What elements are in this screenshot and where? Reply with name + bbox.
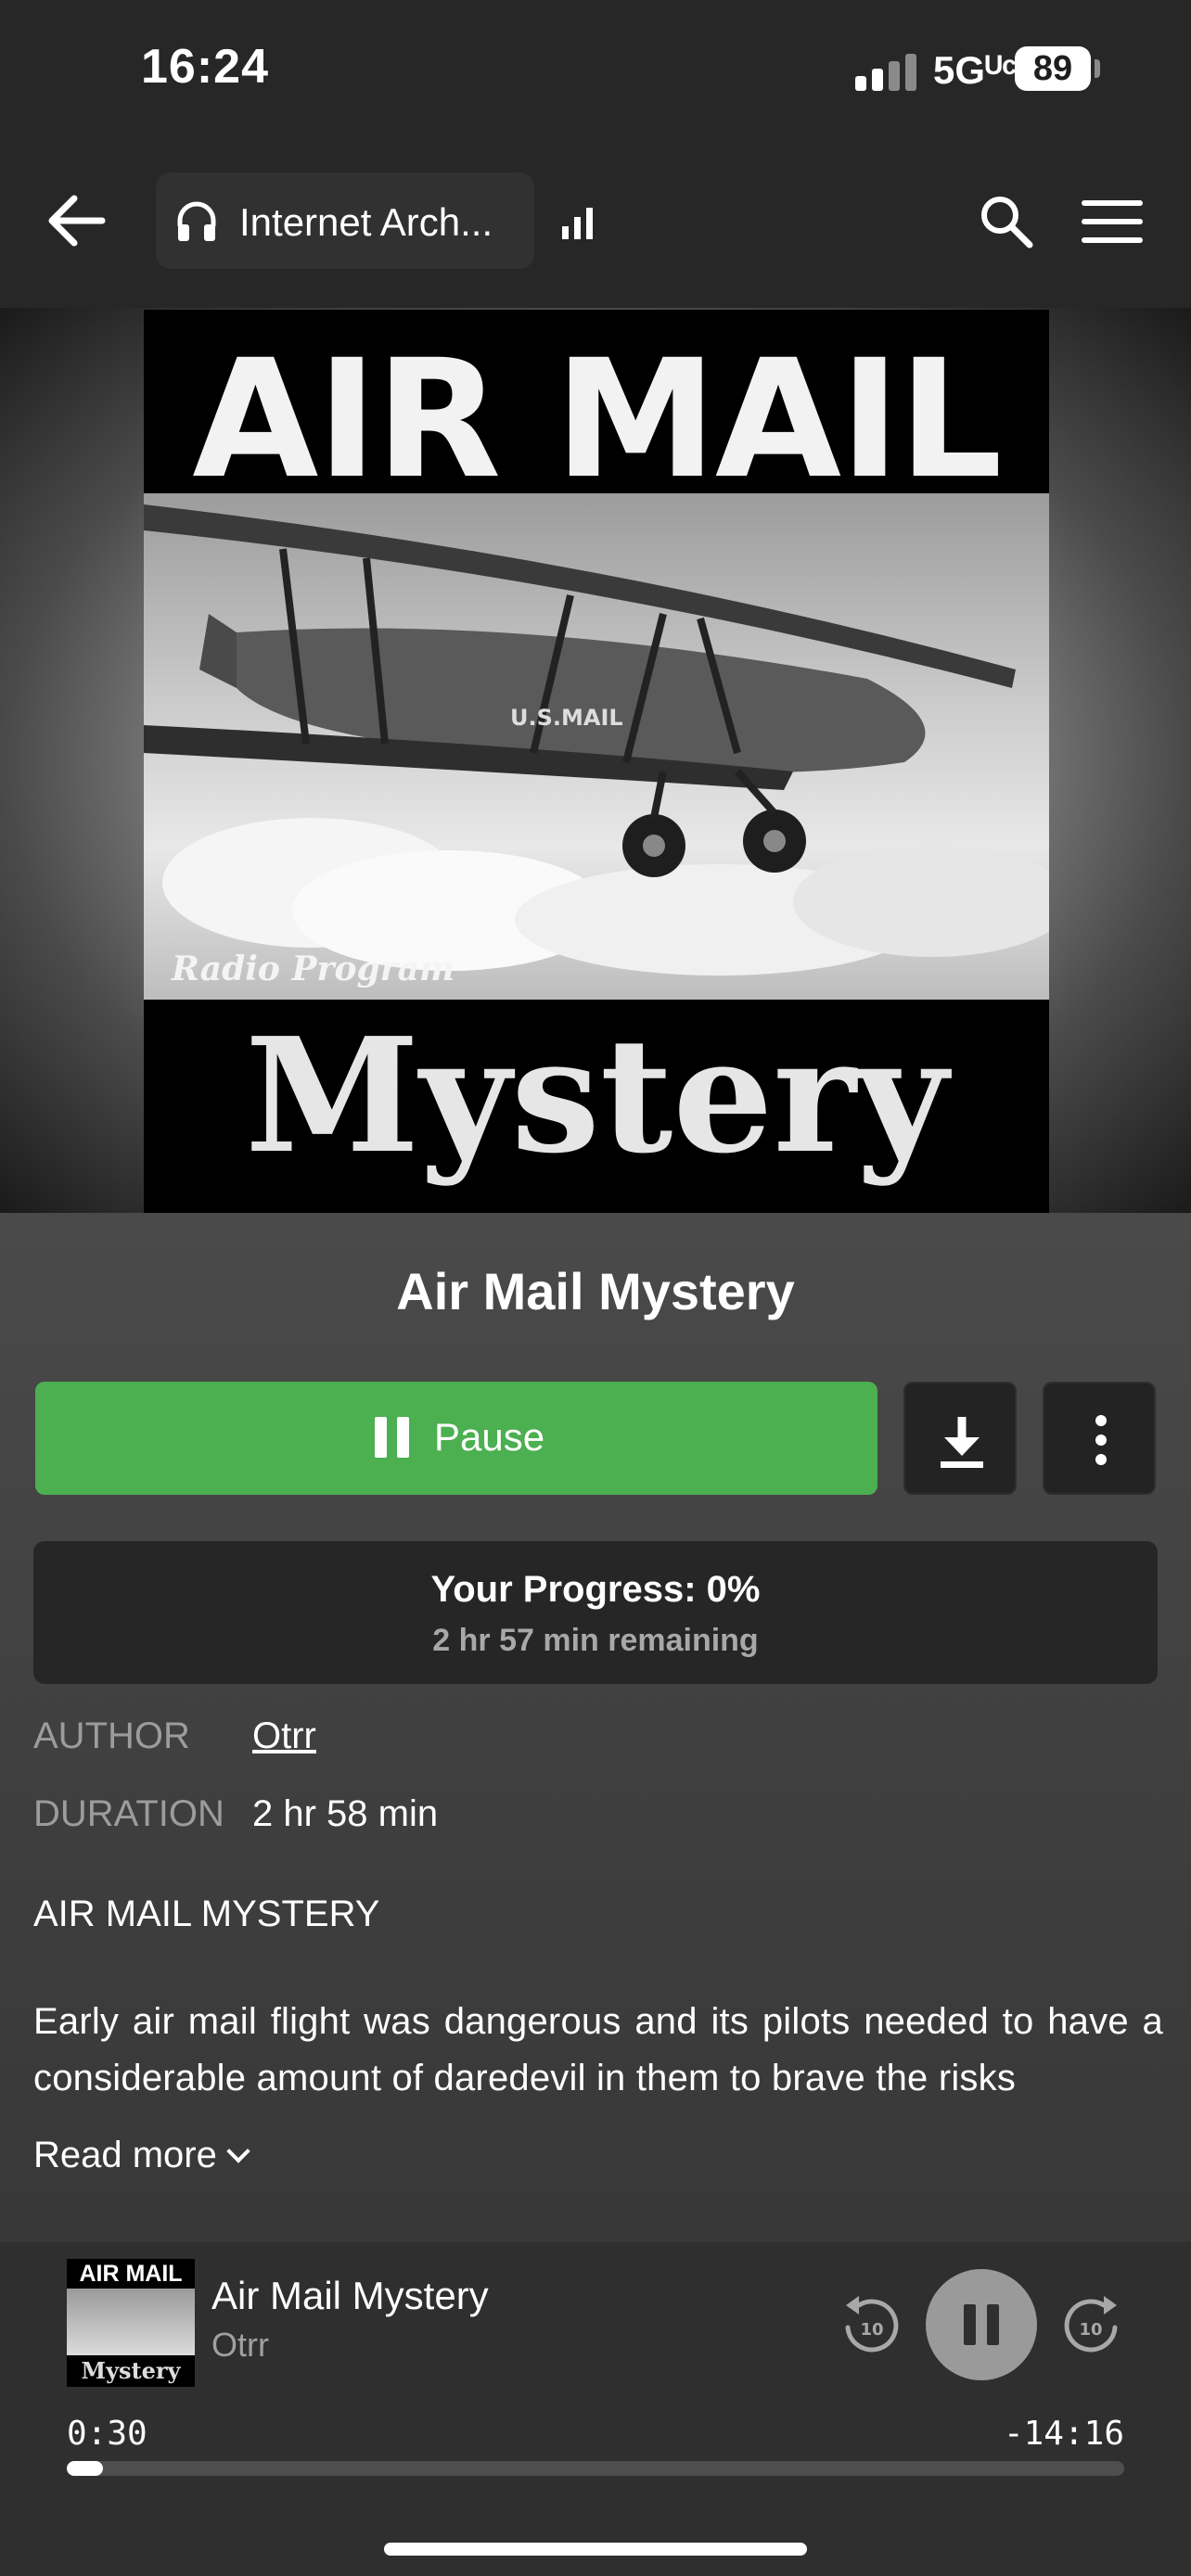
author-link[interactable]: Otrr — [252, 1715, 316, 1757]
elapsed-time: 0:30 — [67, 2415, 147, 2453]
airplane-illustration: U.S.MAIL — [144, 504, 1049, 976]
progress-remaining: 2 hr 57 min remaining — [432, 1623, 759, 1658]
pause-icon — [375, 1417, 412, 1458]
description-heading: AIR MAIL MYSTERY — [33, 1894, 380, 1934]
signal-icon — [855, 54, 920, 91]
cover-art: AIR MAIL U.S.MAIL Radio Program Mystery — [144, 310, 1049, 1213]
remaining-time: -14:16 — [1003, 2415, 1124, 2453]
duration-value: 2 hr 58 min — [252, 1793, 439, 1834]
mini-player-author: Otrr — [211, 2326, 269, 2364]
cover-radio-label: Radio Program — [172, 950, 455, 988]
rewind-10-icon[interactable]: 10 — [839, 2290, 903, 2355]
duration-key: DURATION — [33, 1793, 224, 1834]
mini-pause-button[interactable] — [926, 2269, 1037, 2380]
cover-scene: U.S.MAIL — [144, 493, 1049, 1000]
thumb-bottom-text: Mystery — [81, 2357, 181, 2384]
search-icon[interactable] — [976, 191, 1035, 250]
svg-text:10: 10 — [860, 2320, 883, 2340]
bars-chart-icon[interactable] — [560, 204, 597, 241]
hamburger-menu-icon[interactable] — [1080, 198, 1145, 245]
headphones-icon — [177, 201, 216, 241]
playback-scrubber[interactable] — [67, 2461, 1124, 2476]
source-selector[interactable]: Internet Arch... — [156, 172, 534, 269]
mini-player-thumbnail[interactable]: AIR MAIL Mystery — [67, 2259, 195, 2387]
network-label: 5Gᵁᶜ — [933, 48, 1018, 92]
status-time: 16:24 — [141, 40, 269, 94]
download-icon — [941, 1417, 983, 1468]
author-key: AUTHOR — [33, 1715, 190, 1756]
home-indicator — [384, 2543, 807, 2556]
status-bar: 16:24 5Gᵁᶜ 89 — [0, 0, 1191, 139]
back-arrow-icon[interactable] — [43, 185, 113, 256]
pause-button[interactable]: Pause — [35, 1382, 877, 1495]
svg-text:10: 10 — [1079, 2320, 1102, 2340]
book-title: Air Mail Mystery — [396, 1262, 795, 1320]
read-more-label: Read more — [33, 2135, 217, 2175]
pause-button-label: Pause — [434, 1415, 545, 1459]
battery-icon: 89 — [1015, 46, 1091, 91]
plane-marking: U.S.MAIL — [510, 705, 623, 731]
more-options-button[interactable] — [1043, 1382, 1156, 1495]
progress-card: Your Progress: 0% 2 hr 57 min remaining — [33, 1541, 1158, 1684]
chevron-down-icon — [226, 2139, 250, 2163]
cover-top-title: AIR MAIL — [192, 325, 1002, 515]
download-button[interactable] — [903, 1382, 1017, 1495]
playback-progress-fill — [67, 2461, 103, 2476]
cover-bottom-title: Mystery — [245, 1003, 948, 1189]
forward-10-icon[interactable]: 10 — [1059, 2290, 1124, 2355]
mini-player-title: Air Mail Mystery — [211, 2274, 489, 2317]
thumb-top-text: AIR MAIL — [79, 2261, 183, 2287]
read-more-toggle[interactable]: Read more — [33, 2135, 250, 2176]
battery-cap — [1095, 59, 1100, 78]
source-label: Internet Arch... — [239, 200, 493, 244]
progress-title: Your Progress: 0% — [430, 1569, 761, 1610]
description-body: Early air mail flight was dangerous and … — [33, 2001, 1163, 2098]
app-header: Internet Arch... — [0, 139, 1191, 308]
vertical-dots-icon — [1095, 1415, 1107, 1465]
pause-icon — [964, 2304, 999, 2345]
